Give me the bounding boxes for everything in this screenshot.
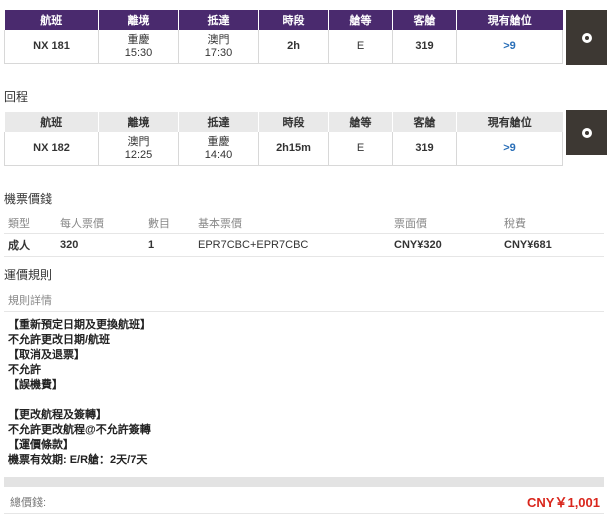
rules-body: 【重新預定日期及更換航班】 不允許更改日期/航班 【取消及退票】 不允許 【誤機… [8,318,568,468]
fare-basis: EPR7CBC+EPR7CBC [194,233,390,257]
return-flight-row: NX 182 澳門 12:25 重慶 14:40 2h15m E 319 >9 [4,132,563,166]
fare-col-tax: 稅費 [500,213,604,234]
fare-title: 機票價錢 [4,192,53,206]
fare-table: 類型 每人票價 數目 基本票價 票面價 稅費 成人 320 1 EPR7CBC+… [4,213,604,257]
rule-line: 不允許更改日期/航班 [8,334,111,346]
total-label: 總價錢: [10,497,47,509]
rule-line-blank [8,393,568,408]
availability: >9 [456,132,563,166]
col-class: 艙等 [328,112,393,132]
radio-selected-icon[interactable] [581,32,592,43]
col-arrive: 抵達 [178,112,259,132]
rule-line: 機票有效期: E/R艙：2天/7天 [8,454,148,466]
fare-tax: CNY¥681 [500,233,604,257]
rule-line: 【重新預定日期及更換航班】 [8,319,151,331]
fare-per-person: 320 [56,233,144,257]
fare-col-type: 類型 [4,213,56,234]
duration: 2h [258,30,329,64]
col-cabin: 客艙 [392,10,457,30]
rule-line: 【誤機費】 [8,379,63,391]
fare-col-per-person: 每人票價 [56,213,144,234]
arrival-time: 14:40 [204,148,233,161]
rule-line: 【更改航程及簽轉】 [8,409,107,421]
col-duration: 時段 [258,112,329,132]
return-flight-table: 航班 離境 抵達 時段 艙等 客艙 現有艙位 NX 182 澳門 12:25 重慶… [4,112,563,166]
arrival-cell: 重慶 14:40 [178,132,259,166]
departure-time: 12:25 [124,148,153,161]
col-flight: 航班 [4,112,99,132]
departure-cell: 重慶 15:30 [98,30,179,64]
radio-selected-icon[interactable] [581,127,592,138]
total-divider [4,477,604,487]
fare-col-face: 票面價 [390,213,500,234]
col-availability: 現有艙位 [456,112,563,132]
total-row: 總價錢: CNY￥1,001 [4,487,604,514]
col-duration: 時段 [258,10,329,30]
fare-row: 成人 320 1 EPR7CBC+EPR7CBC CNY¥320 CNY¥681 [4,233,604,257]
return-select-button[interactable] [566,110,607,155]
fare-col-basis: 基本票價 [194,213,390,234]
outbound-flight-table: 航班 離境 抵達 時段 艙等 客艙 現有艙位 NX 181 重慶 15:30 澳門… [4,10,563,64]
duration: 2h15m [258,132,329,166]
rule-line: 不允許更改航程@不允許簽轉 [8,424,151,436]
departure-city: 重慶 [127,33,150,46]
arrival-time: 17:30 [204,46,233,59]
return-label: 回程 [4,90,29,104]
rules-detail-header: 規則詳情 [4,290,604,312]
availability: >9 [456,30,563,64]
col-availability: 現有艙位 [456,10,563,30]
col-class: 艙等 [328,10,393,30]
arrival-cell: 澳門 17:30 [178,30,259,64]
rule-line: 不允許 [8,364,41,376]
fare-type: 成人 [4,233,56,257]
departure-time: 15:30 [124,46,153,59]
rules-title: 運價規則 [4,268,53,282]
col-cabin: 客艙 [392,112,457,132]
col-flight: 航班 [4,10,99,30]
col-arrive: 抵達 [178,10,259,30]
arrival-city: 澳門 [207,33,230,46]
col-depart: 離境 [98,10,179,30]
cabin: 319 [392,132,457,166]
col-depart: 離境 [98,112,179,132]
flight-number: NX 182 [4,132,99,166]
departure-cell: 澳門 12:25 [98,132,179,166]
departure-city: 澳門 [127,135,150,148]
outbound-select-button[interactable] [566,10,607,65]
total-price: CNY￥1,001 [527,495,600,510]
rule-line: 【取消及退票】 [8,349,85,361]
class: E [328,132,393,166]
flight-number: NX 181 [4,30,99,64]
fare-col-count: 數目 [144,213,194,234]
class: E [328,30,393,64]
fare-header-row: 類型 每人票價 數目 基本票價 票面價 稅費 [4,213,604,234]
fare-count: 1 [144,233,194,257]
outbound-header-row: 航班 離境 抵達 時段 艙等 客艙 現有艙位 [4,10,563,30]
arrival-city: 重慶 [207,135,230,148]
rule-line: 【運價條款】 [8,439,74,451]
cabin: 319 [392,30,457,64]
fare-face: CNY¥320 [390,233,500,257]
return-header-row: 航班 離境 抵達 時段 艙等 客艙 現有艙位 [4,112,563,132]
outbound-flight-row: NX 181 重慶 15:30 澳門 17:30 2h E 319 >9 [4,30,563,64]
